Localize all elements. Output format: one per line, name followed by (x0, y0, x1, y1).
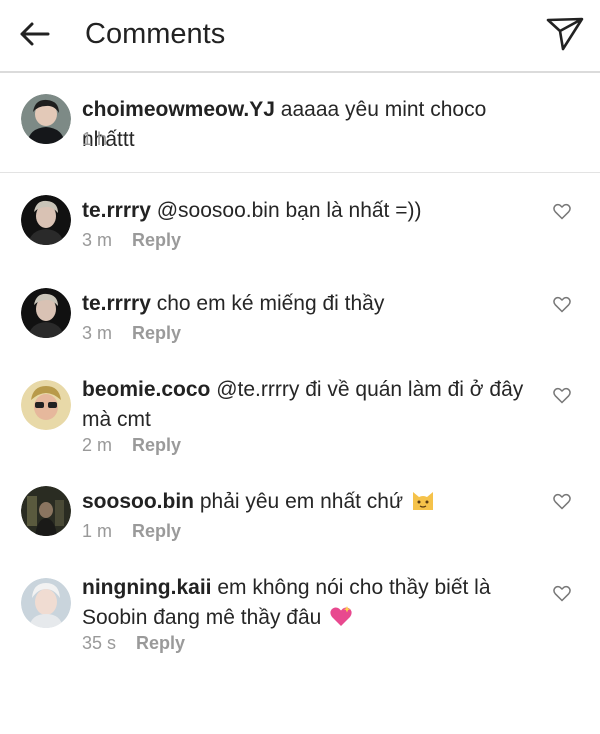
avatar[interactable] (21, 578, 71, 628)
comment-meta: 3 m Reply (82, 322, 181, 344)
heart-icon[interactable] (553, 296, 571, 313)
list-item: te.rrrry cho em ké miếng đi thầy (82, 289, 537, 319)
avatar[interactable] (21, 195, 71, 245)
reply-button[interactable]: Reply (132, 521, 181, 541)
list-item: ningning.kaii em không nói cho thầy biết… (82, 573, 537, 633)
comment-meta: 2 m Reply (82, 434, 181, 456)
timestamp: 2 m (82, 435, 113, 455)
caption-text: choimeowmeow.YJ aaaaa yêu mint choco nhấ… (82, 95, 537, 155)
username[interactable]: te.rrrry (82, 199, 151, 222)
timestamp: 1 m (82, 521, 113, 541)
caption-meta: 1 h (82, 128, 107, 150)
comment-meta: 35 s Reply (82, 632, 185, 654)
avatar[interactable] (21, 380, 71, 430)
heart-icon[interactable] (553, 387, 571, 404)
comment-meta: 1 m Reply (82, 520, 181, 542)
username[interactable]: soosoo.bin (82, 490, 194, 513)
username[interactable]: beomie.coco (82, 378, 210, 401)
back-arrow-icon[interactable] (16, 18, 52, 50)
timestamp: 3 m (82, 323, 113, 343)
reply-button[interactable]: Reply (132, 323, 181, 343)
avatar[interactable] (21, 288, 71, 338)
heart-icon[interactable] (553, 585, 571, 602)
comment-meta: 3 m Reply (82, 229, 181, 251)
heart-icon[interactable] (553, 203, 571, 220)
header-divider (0, 71, 600, 73)
sparkling-heart-emoji (330, 606, 352, 626)
header-bar: Comments (0, 0, 600, 70)
list-item: soosoo.bin phải yêu em nhất chứ (82, 487, 537, 517)
avatar[interactable] (21, 486, 71, 536)
list-item: beomie.coco @te.rrrry đi về quán làm đi … (82, 375, 537, 435)
reply-button[interactable]: Reply (136, 633, 185, 653)
timestamp: 1 h (82, 129, 108, 149)
heart-icon[interactable] (553, 493, 571, 510)
comment-body: @soosoo.bin bạn là nhất =)) (156, 199, 422, 222)
username[interactable]: ningning.kaii (82, 576, 212, 599)
send-icon[interactable] (545, 15, 585, 53)
caption-divider (0, 172, 600, 173)
page-title: Comments (85, 18, 226, 50)
username[interactable]: choimeowmeow.YJ (82, 98, 275, 121)
reply-button[interactable]: Reply (132, 230, 181, 250)
list-item: te.rrrry @soosoo.bin bạn là nhất =)) (82, 196, 537, 226)
reply-button[interactable]: Reply (132, 435, 181, 455)
timestamp: 35 s (82, 633, 117, 653)
comment-body: phải yêu em nhất chứ (199, 490, 404, 513)
comment-body: cho em ké miếng đi thầy (156, 292, 385, 315)
username[interactable]: te.rrrry (82, 292, 151, 315)
timestamp: 3 m (82, 230, 113, 250)
avatar[interactable] (21, 94, 71, 144)
cat-face-emoji (412, 492, 433, 510)
